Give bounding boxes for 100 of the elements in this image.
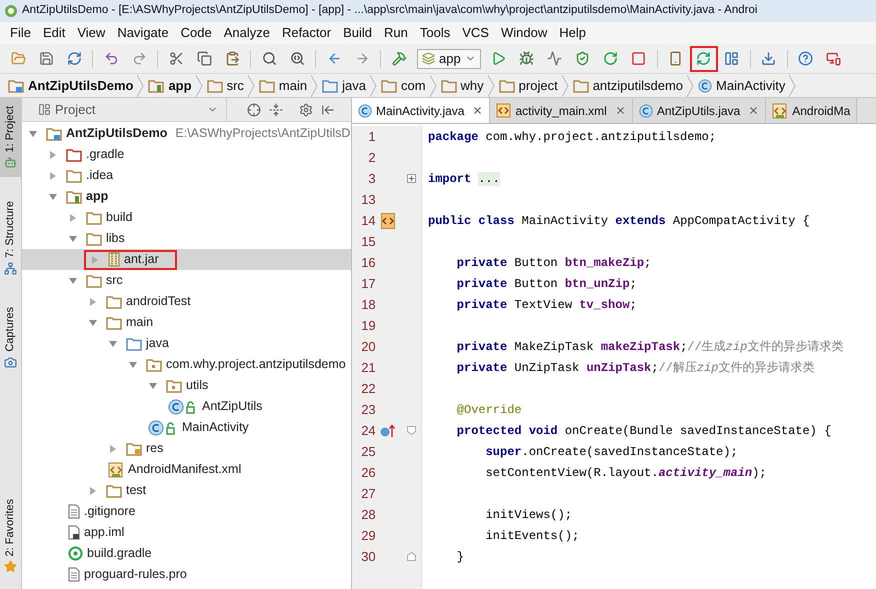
refresh-icon	[66, 51, 82, 66]
run-configuration-dropdown[interactable]: app	[417, 48, 481, 68]
file-icon	[68, 567, 80, 582]
tree-item[interactable]: MainActivity	[148, 418, 249, 438]
close-icon[interactable]	[614, 105, 626, 116]
breadcrumb[interactable]: antziputilsdemo	[568, 76, 688, 96]
collapse-icon[interactable]	[269, 102, 283, 116]
breadcrumb-separator	[562, 74, 569, 96]
tree-item[interactable]: res	[108, 438, 164, 458]
tree-item[interactable]: app.iml	[68, 522, 124, 542]
tool-window-tab[interactable]: 2: Favorites	[0, 490, 21, 581]
tree-item[interactable]: .gradle	[48, 144, 124, 164]
editor-tab[interactable]: AndroidMa	[766, 98, 858, 123]
triangle-right-icon[interactable]	[48, 170, 58, 180]
tree-item[interactable]: androidTest	[88, 292, 191, 312]
triangle-down-icon[interactable]	[88, 318, 98, 328]
line-number: 24	[360, 422, 376, 440]
triangle-down-icon[interactable]	[68, 234, 78, 244]
triangle-right-icon[interactable]	[88, 486, 98, 496]
tree-item[interactable]: .idea	[48, 166, 114, 186]
breadcrumb[interactable]: project	[494, 76, 562, 96]
tree-item[interactable]: src	[68, 270, 123, 290]
triangle-down-icon[interactable]	[148, 380, 158, 390]
editor-tab[interactable]: activity_main.xml	[490, 98, 633, 123]
tree-item[interactable]: main	[88, 312, 154, 332]
triangle-right-icon[interactable]	[48, 150, 58, 160]
triangle-right-icon[interactable]	[108, 444, 118, 454]
tool-window-tab[interactable]: Captures	[0, 299, 21, 377]
tree-item[interactable]: libs	[68, 228, 125, 248]
menu-item[interactable]: Help	[553, 22, 592, 44]
line-number: 23	[360, 400, 376, 419]
menu-item[interactable]: Navigate	[111, 22, 175, 44]
expand-fold-icon[interactable]	[406, 174, 416, 183]
tool-window-tab[interactable]: 1: Project	[0, 98, 21, 178]
xml-file-icon	[496, 103, 512, 118]
tree-item[interactable]: ant.jar	[84, 250, 177, 270]
breadcrumb[interactable]: src	[202, 76, 248, 96]
triangle-down-icon[interactable]	[108, 338, 118, 348]
breadcrumb-separator	[430, 74, 437, 96]
folder-icon	[166, 378, 182, 392]
menu-item[interactable]: Build	[337, 22, 378, 44]
tree-item[interactable]: AntZipUtils	[168, 396, 262, 416]
tree-item[interactable]: java	[108, 334, 169, 354]
collapse-fold-icon[interactable]	[406, 426, 416, 435]
breadcrumb[interactable]: app	[144, 76, 196, 96]
breadcrumb[interactable]: MainActivity	[694, 76, 790, 96]
tree-item[interactable]: proguard-rules.pro	[68, 564, 187, 584]
tree-item[interactable]: build	[68, 208, 132, 228]
tree-item[interactable]: AntZipUtilsDemo E:\ASWhyProjects\AntZipUtilsD	[28, 124, 350, 144]
breadcrumb[interactable]: com	[376, 76, 430, 96]
breadcrumb[interactable]: why	[436, 76, 488, 96]
tool-window-tab[interactable]: 7: Structure	[0, 193, 21, 284]
file-icon	[68, 504, 80, 519]
tree-item[interactable]: AndroidManifest.xml	[108, 460, 242, 480]
tree-item[interactable]: test	[88, 480, 146, 500]
line-number: 2	[367, 148, 376, 167]
menu-item[interactable]: Window	[494, 22, 554, 44]
triangle-down-icon[interactable]	[128, 360, 138, 370]
line-number: 1	[367, 128, 376, 146]
breadcrumb-separator	[196, 74, 203, 96]
breadcrumb[interactable]: AntZipUtilsDemo	[4, 76, 138, 96]
breadcrumb[interactable]: main	[254, 76, 312, 96]
triangle-down-icon[interactable]	[28, 128, 38, 138]
line-number: 15	[360, 232, 376, 251]
sync-button[interactable]	[690, 46, 718, 72]
menu-item[interactable]: Code	[174, 22, 218, 44]
tree-item[interactable]: app	[48, 186, 108, 206]
menu-item[interactable]: View	[71, 22, 112, 44]
hide-panel-icon[interactable]	[321, 102, 335, 116]
triangle-down-icon[interactable]	[68, 276, 78, 286]
copy-icon	[196, 51, 212, 66]
class-icon	[698, 78, 712, 92]
tree-item[interactable]: build.gradle	[68, 544, 152, 564]
line-number: 16	[360, 254, 376, 272]
fold-end-icon[interactable]	[406, 552, 416, 561]
menu-item[interactable]: Refactor	[276, 22, 338, 44]
menu-item[interactable]: VCS	[456, 22, 495, 44]
settings-icon[interactable]	[299, 102, 313, 116]
menu-item[interactable]: File	[4, 22, 37, 44]
menu-item[interactable]: Tools	[414, 22, 456, 44]
crosshair-icon[interactable]	[247, 102, 261, 116]
menu-item[interactable]: Run	[378, 22, 414, 44]
triangle-down-icon[interactable]	[48, 192, 58, 202]
triangle-right-icon[interactable]	[88, 296, 98, 306]
menu-item[interactable]: Analyze	[218, 22, 276, 44]
menu-item[interactable]: Edit	[36, 22, 72, 44]
close-icon[interactable]	[748, 105, 760, 116]
sync-icon	[696, 51, 712, 66]
folder-icon	[440, 78, 457, 92]
editor-tab[interactable]: MainActivity.java	[352, 98, 490, 123]
tree-item[interactable]: com.why.project.antziputilsdemo	[128, 354, 346, 374]
code-line: private TextView tv_show;	[456, 296, 637, 314]
editor-tab[interactable]: AntZipUtils.java	[632, 98, 766, 123]
tree-item[interactable]: utils	[148, 376, 208, 396]
app-logo-icon	[4, 4, 18, 18]
panel-icon	[38, 103, 51, 116]
close-icon[interactable]	[472, 105, 484, 116]
tree-item[interactable]: .gitignore	[68, 502, 136, 522]
breadcrumb[interactable]: java	[318, 76, 370, 96]
triangle-right-icon[interactable]	[68, 212, 78, 222]
